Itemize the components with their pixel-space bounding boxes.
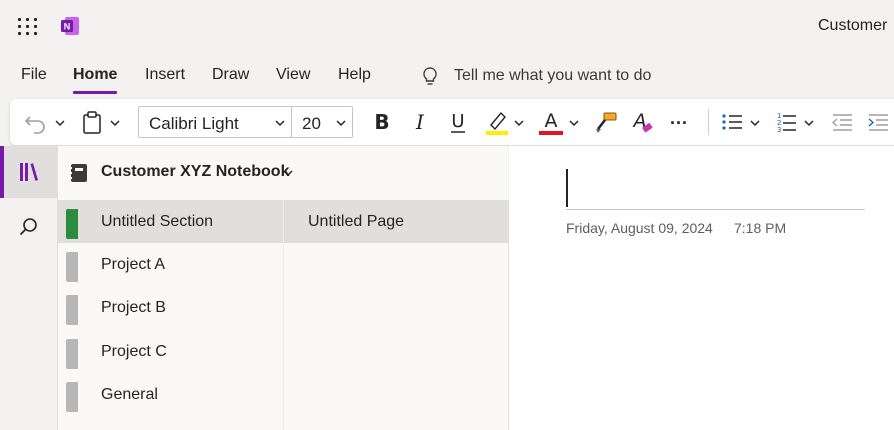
ribbon-separator xyxy=(708,109,709,135)
italic-icon[interactable]: I xyxy=(408,107,432,137)
svg-text:A: A xyxy=(545,110,558,132)
notebook-title: Customer XYZ Notebook xyxy=(101,163,290,180)
font-size-chevron-down-icon xyxy=(336,120,346,127)
numbered-list-icon[interactable]: 1 2 3 xyxy=(774,107,798,137)
bullet-list-icon[interactable] xyxy=(720,107,744,137)
notebook-chevron-down-icon xyxy=(283,170,293,177)
section-tab-icon xyxy=(66,209,78,239)
page-canvas[interactable]: Friday, August 09, 2024 7:18 PM xyxy=(509,146,894,430)
tab-draw[interactable]: Draw xyxy=(212,66,249,84)
more-options-icon[interactable]: ... xyxy=(670,108,694,138)
underline-icon[interactable]: U xyxy=(446,107,470,137)
section-tab-icon xyxy=(66,295,78,325)
notebook-picker[interactable]: Customer XYZ Notebook xyxy=(58,146,508,200)
undo-chevron-down-icon[interactable] xyxy=(55,118,65,128)
font-name-value: Calibri Light xyxy=(149,114,239,133)
navigation-rail xyxy=(0,146,58,430)
svg-text:B: B xyxy=(374,110,389,134)
highlighter-icon[interactable] xyxy=(484,107,510,137)
section-label: General xyxy=(101,386,158,403)
notebooks-nav-button[interactable] xyxy=(0,146,58,198)
section-label: Project C xyxy=(101,343,167,360)
font-name-chevron-down-icon xyxy=(275,120,285,127)
section-item-project-c[interactable]: Project C xyxy=(58,330,283,373)
section-item-project-b[interactable]: Project B xyxy=(58,286,283,329)
notebooks-library-icon xyxy=(20,163,38,181)
page-time: 7:18 PM xyxy=(734,220,787,236)
section-item-general[interactable]: General xyxy=(58,373,283,416)
app-launcher-icon[interactable] xyxy=(18,18,38,36)
section-item-project-a[interactable]: Project A xyxy=(58,243,283,286)
svg-text:U: U xyxy=(451,111,464,132)
undo-icon[interactable] xyxy=(24,107,48,137)
section-label: Project A xyxy=(101,256,166,273)
decrease-indent-icon[interactable] xyxy=(830,107,854,137)
page-label: Untitled Page xyxy=(308,213,405,230)
format-painter-icon[interactable] xyxy=(594,107,618,137)
svg-text:N: N xyxy=(64,22,71,32)
section-item-untitled-section[interactable]: Untitled Section xyxy=(58,200,283,243)
paste-clipboard-icon[interactable] xyxy=(80,107,104,137)
tab-home[interactable]: Home xyxy=(73,66,118,94)
menu-bar: File Home Insert Draw View Help Tell me … xyxy=(0,54,894,96)
search-icon[interactable] xyxy=(18,216,40,238)
page-date: Friday, August 09, 2024 xyxy=(566,220,713,236)
selected-indicator xyxy=(0,146,4,198)
title-bar: N Customer xyxy=(0,0,894,54)
tell-me-label: Tell me what you want to do xyxy=(454,67,652,84)
section-label: Untitled Section xyxy=(101,213,214,230)
tab-view[interactable]: View xyxy=(276,66,310,84)
font-color-icon[interactable]: A xyxy=(538,107,564,137)
highlighter-chevron-down-icon[interactable] xyxy=(514,118,524,128)
bullet-list-chevron-down-icon[interactable] xyxy=(750,118,760,128)
tab-file[interactable]: File xyxy=(21,66,47,84)
document-title: Customer xyxy=(818,17,888,34)
clear-formatting-icon[interactable]: A xyxy=(630,107,656,137)
font-color-chevron-down-icon[interactable] xyxy=(569,118,579,128)
pages-pane: Untitled Page xyxy=(283,200,509,430)
lightbulb-icon xyxy=(423,67,437,85)
numbered-list-chevron-down-icon[interactable] xyxy=(804,118,814,128)
section-tab-icon xyxy=(66,252,78,282)
increase-indent-icon[interactable] xyxy=(866,107,890,137)
page-item-untitled-page[interactable]: Untitled Page xyxy=(284,200,509,243)
svg-text:3: 3 xyxy=(777,126,781,134)
notebook-icon xyxy=(70,164,87,182)
onenote-logo-icon: N xyxy=(61,17,79,35)
page-title-cursor xyxy=(566,169,568,207)
section-tab-icon xyxy=(66,382,78,412)
tab-help[interactable]: Help xyxy=(338,66,371,84)
font-name-dropdown[interactable]: Calibri Light xyxy=(138,106,292,138)
font-size-dropdown[interactable]: 20 xyxy=(291,106,353,138)
section-tab-icon xyxy=(66,339,78,369)
tab-insert[interactable]: Insert xyxy=(145,66,185,84)
svg-text:I: I xyxy=(415,110,425,134)
bold-icon[interactable]: B xyxy=(370,107,394,137)
section-label: Project B xyxy=(101,299,166,316)
font-size-value: 20 xyxy=(302,114,321,133)
ribbon-toolbar: Calibri Light 20 B I U A A ... 1 2 3 xyxy=(10,99,894,145)
paste-chevron-down-icon[interactable] xyxy=(110,118,120,128)
page-title-input[interactable] xyxy=(566,209,865,210)
